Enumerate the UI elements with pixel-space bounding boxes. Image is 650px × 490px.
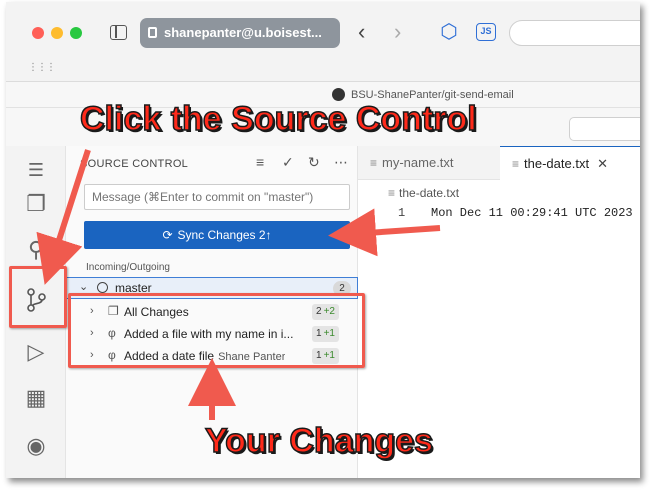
commit-check-icon[interactable]: ✓ (282, 154, 294, 171)
close-tab-icon[interactable]: ✕ (597, 156, 608, 171)
command-center[interactable] (569, 117, 640, 141)
file-lines-icon: ≡ (388, 186, 396, 200)
search-icon[interactable]: ⚲ (20, 234, 52, 266)
github-account-icon[interactable]: ◉ (20, 430, 52, 462)
editor-tabs: ≡ my-name.txt ≡ the-date.txt ✕ (358, 146, 640, 180)
extensions-icon[interactable]: ▦ (20, 382, 52, 414)
callout-click-source-control: Click the Source Control (79, 99, 477, 139)
tab-the-date[interactable]: ≡ the-date.txt ✕ (500, 146, 640, 180)
changes-highlight-box (68, 293, 365, 368)
view-as-list-icon[interactable]: ≡ (256, 154, 264, 170)
sidebar-toggle-icon[interactable] (110, 25, 127, 40)
extension-cube-icon[interactable]: ⬡ (438, 21, 460, 43)
minimize-window-button[interactable] (51, 27, 63, 39)
panel-title: SOURCE CONTROL (80, 158, 189, 170)
browser-search-field[interactable] (509, 20, 640, 46)
commit-message-input[interactable] (84, 184, 350, 210)
incoming-outgoing-header: Incoming/Outgoing (86, 262, 170, 273)
breadcrumb[interactable]: ≡ the-date.txt (388, 186, 459, 200)
file-lines-icon: ≡ (370, 156, 378, 170)
apps-grid-icon[interactable]: ⋮⋮⋮ (28, 62, 56, 73)
refresh-icon[interactable]: ↻ (308, 154, 320, 171)
branch-outgoing-icon (97, 282, 108, 293)
menu-icon[interactable]: ☰ (20, 154, 52, 186)
run-debug-icon[interactable]: ▷ (20, 336, 52, 368)
js-extension-icon[interactable]: JS (476, 23, 496, 41)
title-bar: shanepanter@u.boisest... ‹ › ⬡ JS ⋮⋮⋮ (6, 2, 640, 82)
back-arrow-icon[interactable]: ‹ (358, 20, 365, 44)
chevron-down-icon[interactable]: ⌄ (79, 280, 88, 293)
tab-my-name[interactable]: ≡ my-name.txt (370, 146, 454, 180)
app-window: shanepanter@u.boisest... ‹ › ⬡ JS ⋮⋮⋮ BS… (6, 2, 640, 478)
explorer-icon[interactable]: ❐ (20, 188, 52, 220)
address-bar[interactable]: shanepanter@u.boisest... (140, 18, 340, 48)
lock-icon (148, 27, 157, 38)
line-number: 1 (398, 206, 406, 220)
source-control-highlight-box (9, 266, 67, 328)
close-window-button[interactable] (32, 27, 44, 39)
callout-your-changes: Your Changes (204, 421, 433, 461)
more-actions-icon[interactable]: ⋯ (334, 154, 348, 171)
zoom-window-button[interactable] (70, 27, 82, 39)
forward-arrow-icon[interactable]: › (394, 20, 401, 44)
sync-changes-button[interactable]: ⟳ Sync Changes 2↑ (84, 221, 350, 249)
sync-icon: ⟳ (162, 228, 173, 242)
code-line[interactable]: Mon Dec 11 00:29:41 UTC 2023 (431, 206, 633, 220)
file-lines-icon: ≡ (512, 157, 520, 171)
sync-label: Sync Changes 2↑ (177, 228, 272, 242)
address-text: shanepanter@u.boisest... (164, 25, 322, 40)
